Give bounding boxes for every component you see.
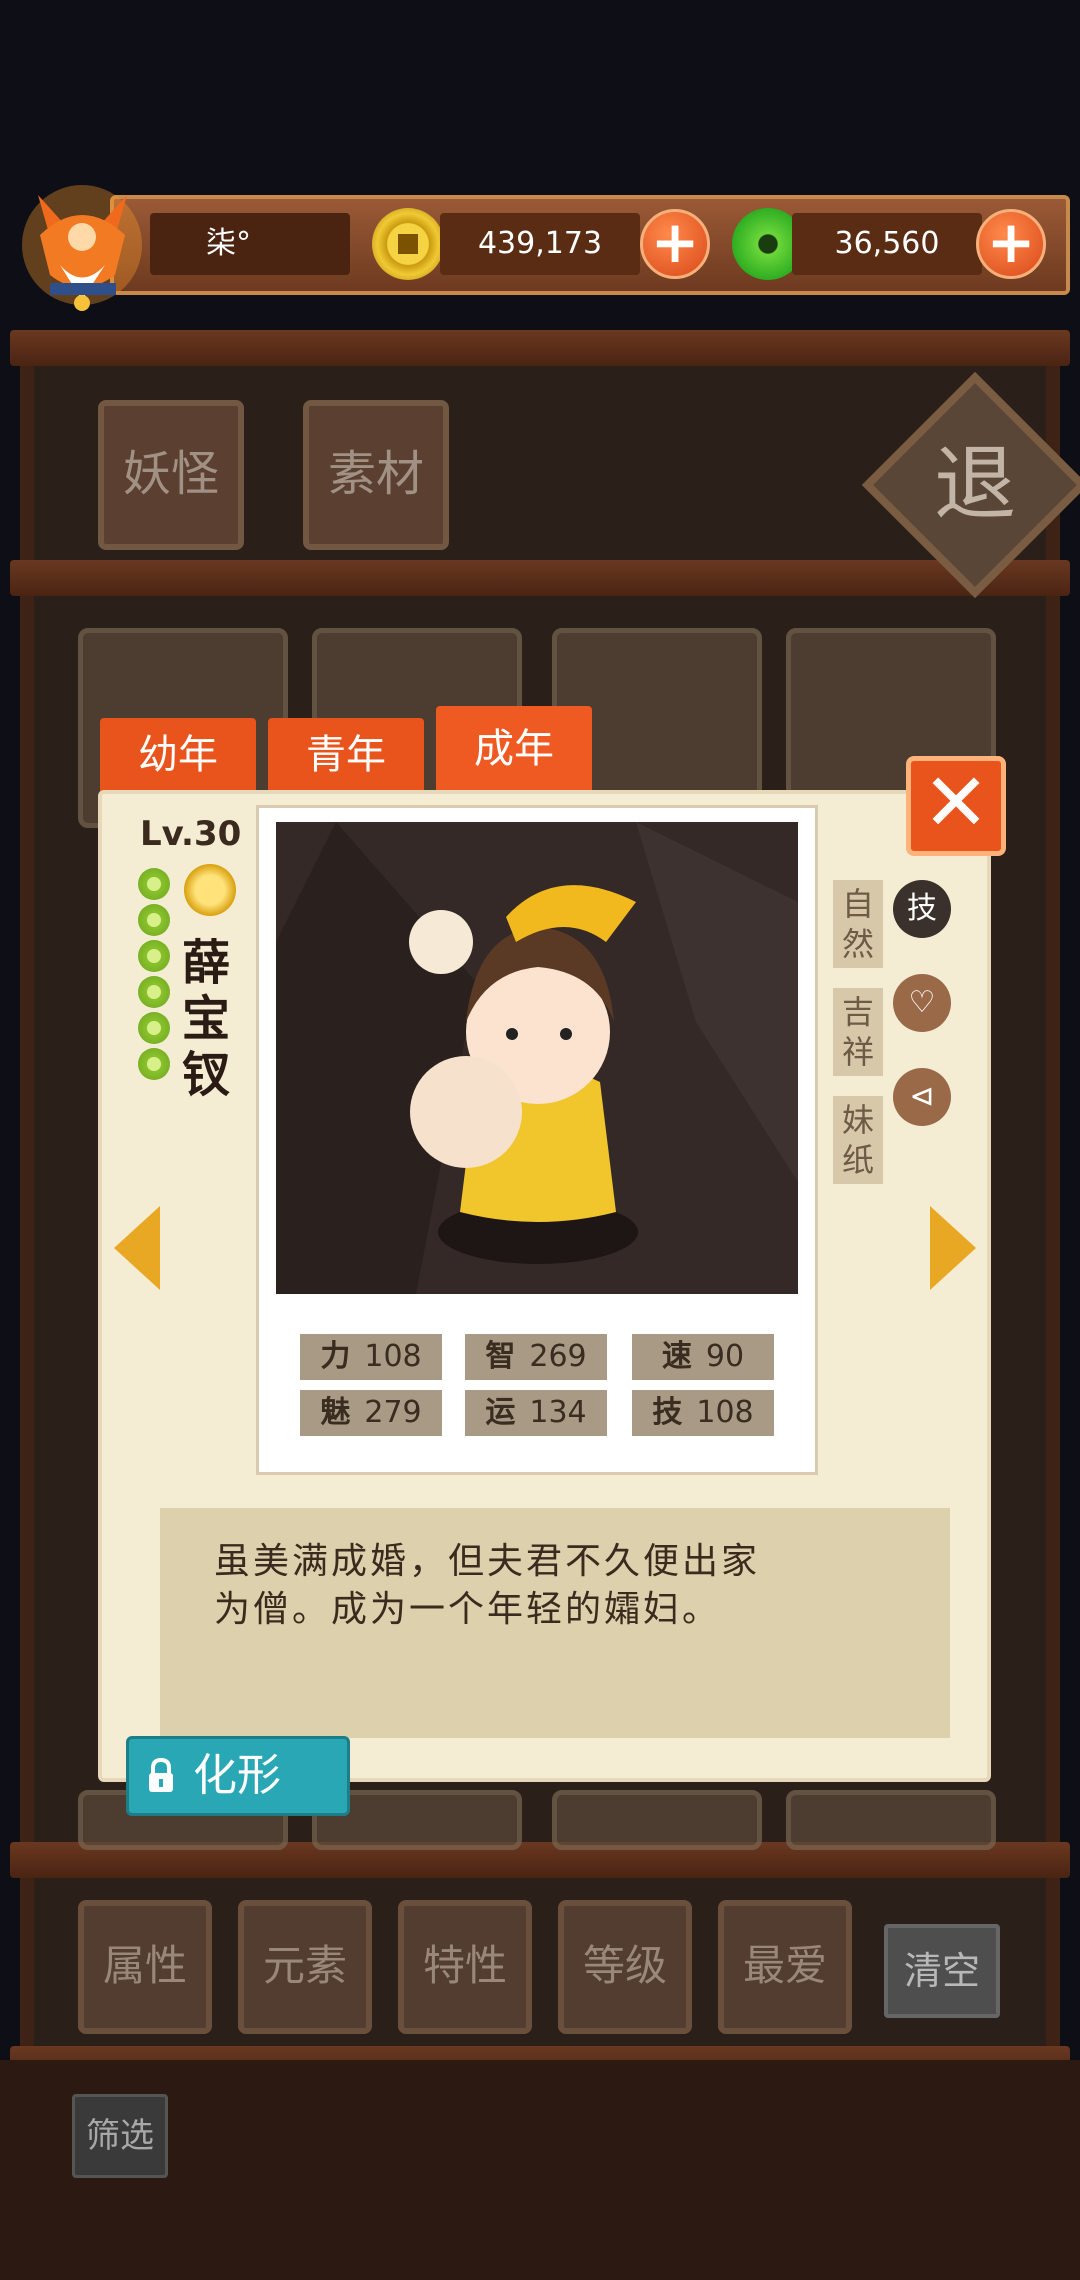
tag-char: 妹: [841, 1101, 874, 1139]
character-portrait: [276, 822, 798, 1294]
stat-speed: 速 90: [632, 1334, 774, 1380]
description-line: 为僧。成为一个年轻的孀妇。: [214, 1589, 722, 1630]
tab-childhood[interactable]: 幼年: [100, 718, 256, 792]
screen-button[interactable]: 筛选: [72, 2094, 168, 2178]
star-rating: [138, 868, 170, 1084]
character-description: 虽美满成婚，但夫君不久便出家 为僧。成为一个年轻的孀妇。: [160, 1508, 950, 1738]
heart-icon[interactable]: ♡: [893, 974, 951, 1032]
tab-material[interactable]: 素材: [303, 400, 449, 550]
filter-level-button[interactable]: 等级: [558, 1900, 692, 2034]
name-char: 宝: [182, 991, 231, 1047]
jade-amount: 36,560: [792, 213, 982, 275]
add-jade-button[interactable]: +: [976, 209, 1046, 279]
character-illustration-icon: [276, 822, 798, 1294]
filter-attribute-button[interactable]: 属性: [78, 1900, 212, 2034]
rank-dot-icon: [138, 1012, 170, 1044]
close-button[interactable]: ✕: [906, 756, 1006, 856]
character-name: 薛 宝 钗: [182, 935, 242, 1103]
tab-adult[interactable]: 成年: [436, 706, 592, 792]
monster-card[interactable]: [786, 1790, 996, 1850]
trait-tag-auspicious: 吉 祥: [833, 988, 883, 1076]
tab-youth[interactable]: 青年: [268, 718, 424, 792]
stat-luck: 运 134: [465, 1390, 607, 1436]
trait-tag-girl: 妹 纸: [833, 1096, 883, 1184]
character-level: Lv.30: [140, 814, 242, 854]
tag-char: 自: [841, 885, 874, 923]
gold-coin-icon: [372, 208, 444, 280]
share-icon[interactable]: ⊲: [893, 1068, 951, 1126]
tag-char: 纸: [841, 1141, 874, 1179]
clear-button[interactable]: 清空: [884, 1924, 1000, 2018]
description-line: 虽美满成婚，但夫君不久便出家: [214, 1541, 761, 1582]
filter-trait-button[interactable]: 特性: [398, 1900, 532, 2034]
next-character-arrow-icon[interactable]: [930, 1206, 976, 1290]
add-gold-button[interactable]: +: [640, 209, 710, 279]
tag-char: 吉: [841, 993, 874, 1031]
tag-char: 祥: [841, 1033, 874, 1071]
trait-tag-nature: 自 然: [833, 880, 883, 968]
tab-monster[interactable]: 妖怪: [98, 400, 244, 550]
rank-dot-icon: [138, 868, 170, 900]
rank-dot-icon: [138, 940, 170, 972]
monster-card[interactable]: [552, 1790, 762, 1850]
name-char: 薛: [182, 935, 231, 991]
skill-icon[interactable]: 技: [893, 880, 951, 938]
rank-dot-icon: [138, 1048, 170, 1080]
tag-char: 然: [841, 925, 874, 963]
lock-icon: [149, 1758, 173, 1792]
exit-label: 退: [933, 437, 1016, 532]
rank-dot-icon: [138, 976, 170, 1008]
prev-character-arrow-icon[interactable]: [114, 1206, 160, 1290]
fox-avatar-icon[interactable]: [20, 175, 145, 315]
rank-dot-icon: [138, 904, 170, 936]
shelf-beam: [10, 560, 1070, 596]
stat-charm: 魅 279: [300, 1390, 442, 1436]
stat-intelligence: 智 269: [465, 1334, 607, 1380]
filter-element-button[interactable]: 元素: [238, 1900, 372, 2034]
filter-favorite-button[interactable]: 最爱: [718, 1900, 852, 2034]
stat-skill: 技 108: [632, 1390, 774, 1436]
shelf-beam: [10, 330, 1070, 366]
gold-amount: 439,173: [440, 213, 640, 275]
player-name: 柒°: [150, 213, 350, 275]
name-char: 钗: [182, 1047, 231, 1103]
element-sun-icon: [184, 864, 236, 916]
stat-strength: 力 108: [300, 1334, 442, 1380]
